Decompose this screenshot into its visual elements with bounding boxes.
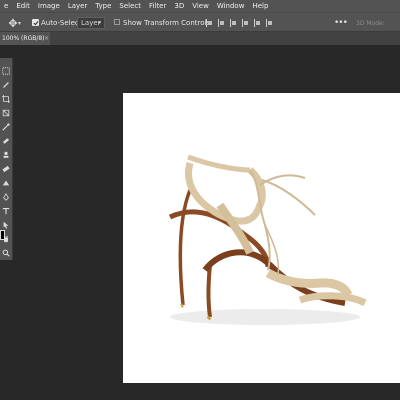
- foreground-color-swatch[interactable]: [0, 230, 5, 240]
- 3d-mode-label: 3D Mode:: [356, 19, 385, 27]
- eyedropper-icon[interactable]: [1, 122, 10, 131]
- chevron-down-icon: ▾: [98, 20, 101, 26]
- menu-window[interactable]: Window: [213, 0, 249, 12]
- menu-file[interactable]: e: [0, 0, 12, 12]
- menu-filter[interactable]: Filter: [145, 0, 170, 12]
- document-tab-bar: 100% (RGB/8) ×: [0, 32, 400, 45]
- align-left-icon[interactable]: [206, 19, 214, 27]
- shoe-lace-tie-2: [259, 174, 306, 186]
- shoe-left-heel-tip: [180, 303, 184, 308]
- shoe-top-strap: [187, 154, 251, 173]
- show-transform-controls-label: Show Transform Controls: [123, 19, 211, 27]
- options-bar: ✥ ▾ Auto-Select: Layer ▾ Show Transform …: [0, 12, 400, 32]
- shoe-right-heel: [206, 264, 212, 318]
- document-tab[interactable]: 100% (RGB/8): [0, 32, 50, 45]
- checkmark-icon: [33, 20, 39, 25]
- tool-preset-dropdown-icon[interactable]: ▾: [18, 17, 21, 29]
- align-right-icon[interactable]: [230, 19, 238, 27]
- menu-layer[interactable]: Layer: [64, 0, 92, 12]
- product-photo: [168, 154, 367, 325]
- gradient-icon[interactable]: [1, 178, 10, 187]
- frame-icon[interactable]: [1, 108, 10, 117]
- shoe-right-heel-tip: [206, 315, 212, 321]
- text-icon[interactable]: [1, 206, 10, 215]
- pen-icon[interactable]: [1, 192, 10, 201]
- path-select-icon[interactable]: [1, 220, 10, 229]
- healing-icon[interactable]: [1, 136, 10, 145]
- menu-image[interactable]: Image: [34, 0, 64, 12]
- menu-3d[interactable]: 3D: [170, 0, 188, 12]
- shoe-left-heel: [178, 189, 192, 306]
- stamp-icon[interactable]: [1, 150, 10, 159]
- document-tab-title: 100% (RGB/8): [2, 35, 45, 42]
- show-transform-controls-checkbox[interactable]: [114, 19, 120, 25]
- menu-view[interactable]: View: [188, 0, 213, 12]
- menu-select[interactable]: Select: [115, 0, 145, 12]
- marquee-icon[interactable]: [1, 66, 10, 75]
- align-bottom-icon[interactable]: [266, 19, 274, 27]
- photo-shadow: [170, 309, 360, 325]
- auto-select-checkbox[interactable]: [32, 19, 39, 26]
- align-vcenter-icon[interactable]: [254, 19, 262, 27]
- auto-select-target-dropdown[interactable]: Layer ▾: [77, 17, 105, 29]
- brush-icon[interactable]: [1, 80, 10, 89]
- align-distribute-group: [206, 17, 278, 29]
- crop-icon[interactable]: [1, 94, 10, 103]
- eraser-icon[interactable]: [1, 164, 10, 173]
- shoe-lace-tie: [261, 179, 316, 216]
- align-top-icon[interactable]: [242, 19, 250, 27]
- close-icon[interactable]: ×: [44, 32, 49, 45]
- align-hcenter-icon[interactable]: [218, 19, 226, 27]
- menu-help[interactable]: Help: [248, 0, 272, 12]
- shoe-side-panel: [216, 202, 254, 255]
- ellipsis-icon[interactable]: •••: [334, 17, 348, 29]
- menu-type[interactable]: Type: [91, 0, 115, 12]
- zoom-icon[interactable]: [1, 248, 10, 257]
- menu-edit[interactable]: Edit: [12, 0, 34, 12]
- menu-bar: e Edit Image Layer Type Select Filter 3D…: [0, 0, 400, 12]
